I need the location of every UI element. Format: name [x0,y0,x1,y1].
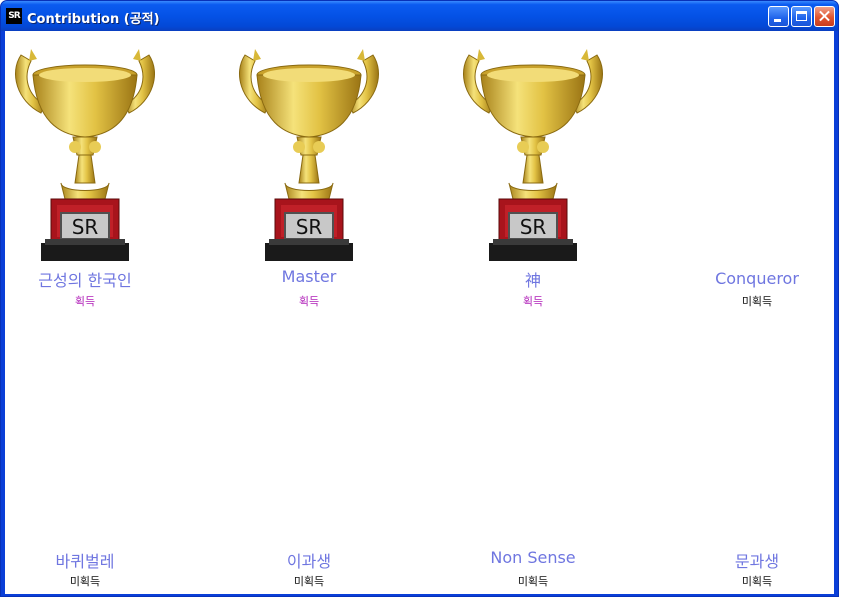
achievement-name: Non Sense [490,548,576,567]
achievement-name: Master [281,267,337,286]
achievement-item: SR 神 획득 [453,31,653,311]
achievement-status: 획득 [74,295,96,308]
achievement-name: 이과생 [286,552,332,571]
maximize-icon [796,11,807,21]
achievement-name: Conqueror [715,269,799,288]
achievement-item: SR Master 획득 [229,31,429,311]
achievement-status: 획득 [522,295,544,308]
achievement-status: 미획득 [741,575,773,588]
achievement-status: 미획득 [741,295,773,308]
achievement-item: 이과생 미획득 [229,311,429,594]
achievement-status: 미획득 [517,575,549,588]
achievement-name: 神 [524,271,541,290]
achievement-item: Conqueror 미획득 [677,31,841,311]
achievement-status: 미획득 [69,575,101,588]
trophy-icon: SR [463,49,603,261]
close-button[interactable] [814,6,835,27]
maximize-button[interactable] [791,6,812,27]
contribution-window: SR Contribution (공적) SR 근성의 한국인 획득 SR Ma… [0,0,839,597]
trophy-plate-text: SR [72,215,99,239]
achievement-item: 문과생 미획득 [677,311,841,594]
title-bar[interactable]: SR Contribution (공적) [1,1,838,31]
achievement-name: 근성의 한국인 [38,271,132,290]
window-title: Contribution (공적) [27,12,160,27]
trophy-plate-text: SR [520,215,547,239]
minimize-icon [774,19,781,22]
app-icon[interactable]: SR [6,8,22,24]
trophy-icon: SR [15,49,155,261]
achievement-item: Non Sense 미획득 [453,311,653,594]
achievement-name: 문과생 [734,552,780,571]
achievement-item: 바퀴벌레 미획득 [5,311,205,594]
achievement-item: SR 근성의 한국인 획득 [5,31,205,311]
achievement-status: 획득 [298,295,320,308]
achievement-name: 바퀴벌레 [55,552,115,571]
achievement-status: 미획득 [293,575,325,588]
achievements-panel: SR 근성의 한국인 획득 SR Master 획득 SR 神 획득 Conqu… [5,31,834,594]
close-icon [815,7,834,26]
trophy-plate-text: SR [296,215,323,239]
minimize-button[interactable] [768,6,789,27]
trophy-icon: SR [239,49,379,261]
